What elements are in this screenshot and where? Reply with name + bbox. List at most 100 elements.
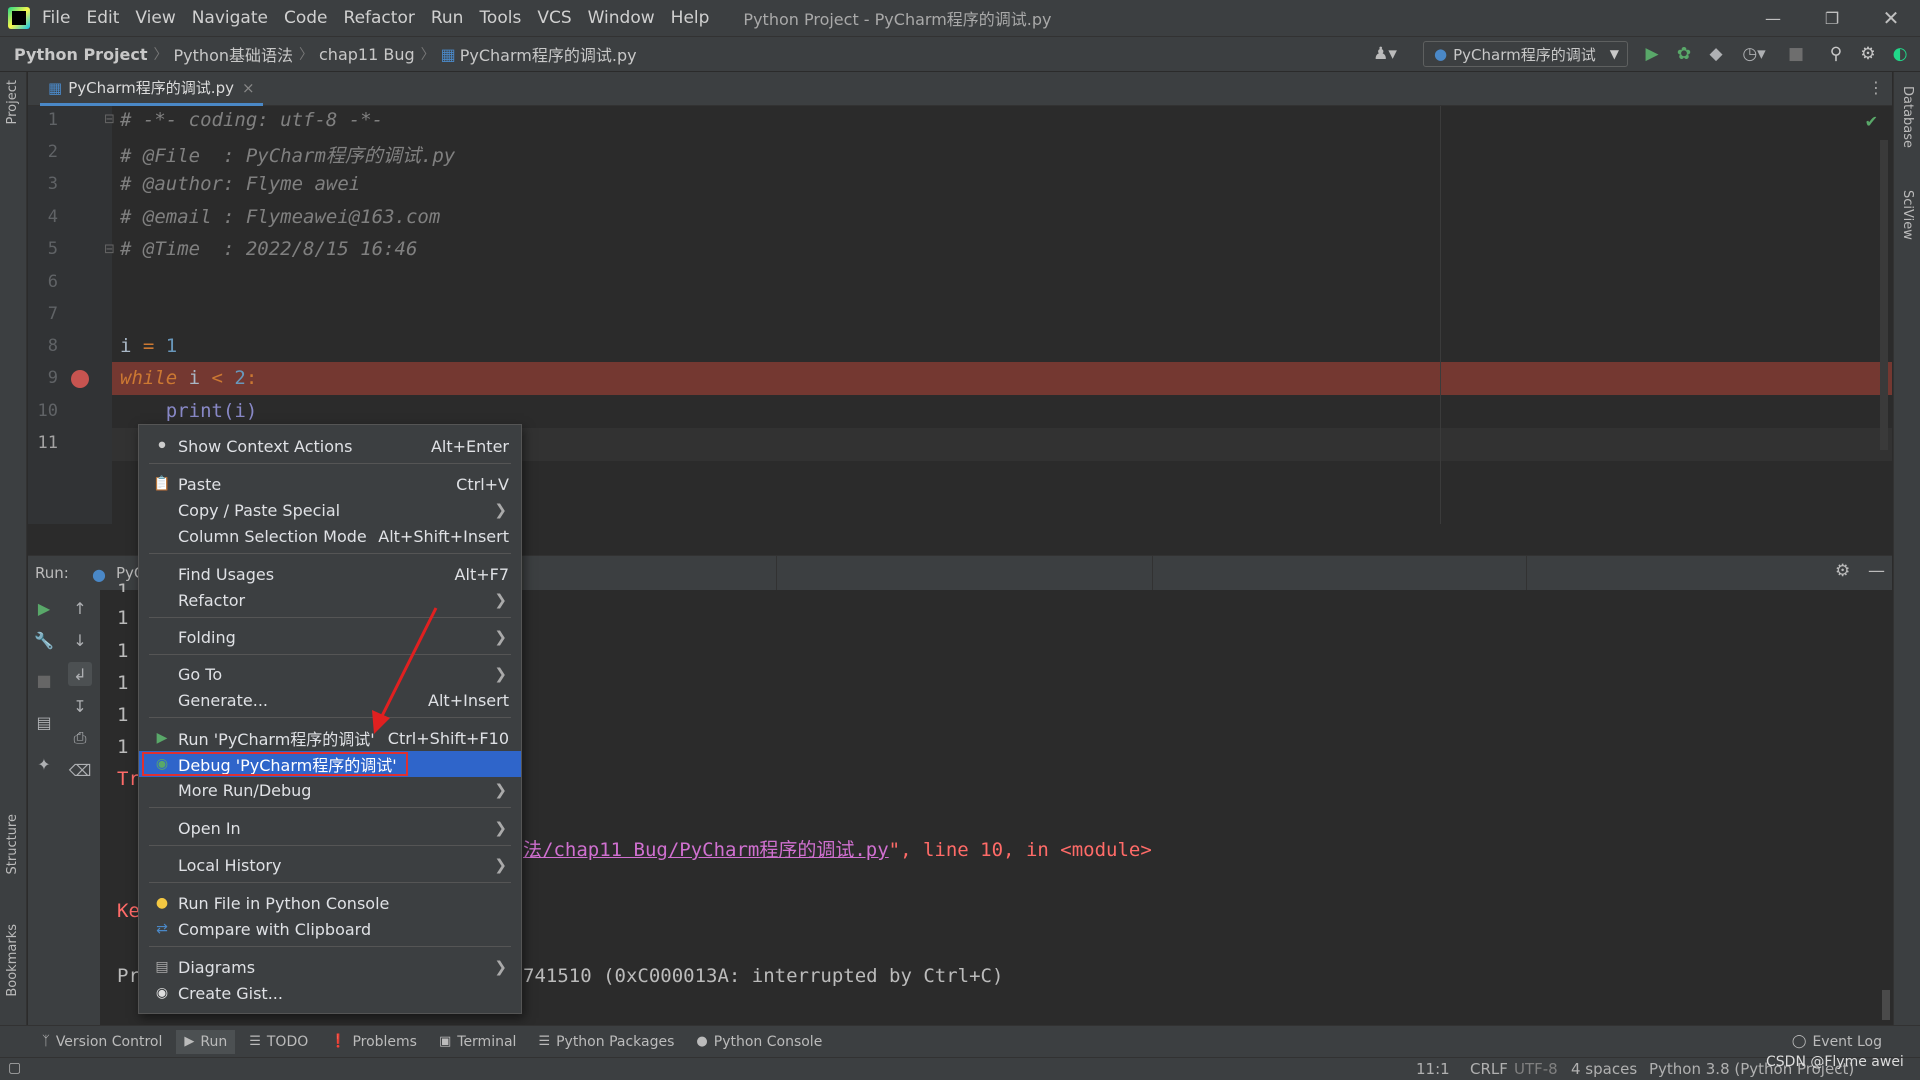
menu-file[interactable]: File <box>42 8 70 28</box>
wrench-icon[interactable]: 🔧 <box>32 628 56 652</box>
pin-icon[interactable]: ✦ <box>32 752 56 776</box>
minimize-icon[interactable]: — <box>1744 0 1802 36</box>
indent-setting[interactable]: 4 spaces <box>1571 1060 1637 1078</box>
menu-item-more-run-debug[interactable]: More Run/Debug ❯ <box>139 777 521 803</box>
debug-icon[interactable]: ✿ <box>1672 42 1696 66</box>
stop-icon[interactable]: ■ <box>32 668 56 692</box>
print-icon[interactable]: ⎙ <box>68 726 92 750</box>
menu-item-folding[interactable]: Folding ❯ <box>139 624 521 650</box>
vcs-user-icon[interactable]: ♟▾ <box>1368 42 1402 66</box>
restore-icon[interactable]: ❐ <box>1803 0 1861 36</box>
menu-window[interactable]: Window <box>588 8 655 28</box>
trash-icon[interactable]: ⌫ <box>68 758 92 782</box>
tab-problems[interactable]: ❗ Problems <box>330 1034 417 1050</box>
breadcrumb-subfolder[interactable]: chap11 Bug <box>319 45 415 64</box>
breadcrumb-project[interactable]: Python Project <box>14 45 148 64</box>
gear-icon[interactable]: ⚙ <box>1835 561 1850 581</box>
tab-python-packages[interactable]: ☰ Python Packages <box>538 1034 674 1050</box>
menu-item-paste[interactable]: 📋 Paste Ctrl+V <box>139 471 521 497</box>
line-number: 3 <box>47 174 58 194</box>
structure-tool-button[interactable]: Structure <box>5 814 20 874</box>
search-icon[interactable]: ⚲ <box>1824 42 1848 66</box>
tab-terminal[interactable]: ▣ Terminal <box>439 1034 516 1050</box>
coverage-icon[interactable]: ◆ <box>1704 42 1728 66</box>
menu-run[interactable]: Run <box>431 8 464 28</box>
layout-icon[interactable]: ▤ <box>32 710 56 734</box>
line-separator[interactable]: CRLF <box>1470 1060 1508 1078</box>
console-scrollbar[interactable] <box>1882 990 1890 1020</box>
menu-item-open-in[interactable]: Open In ❯ <box>139 815 521 841</box>
down-arrow-icon[interactable]: ↓ <box>68 628 92 652</box>
menu-code[interactable]: Code <box>284 8 328 28</box>
menu-item-create-gist[interactable]: ◉ Create Gist... <box>139 980 521 1006</box>
run-config-selector[interactable]: ● PyCharm程序的调试 ▼ <box>1423 41 1628 67</box>
menu-navigate[interactable]: Navigate <box>192 8 268 28</box>
menu-view[interactable]: View <box>135 8 175 28</box>
tab-run[interactable]: ▶ Run <box>176 1029 236 1054</box>
fold-icon[interactable]: ⊟ <box>104 112 115 127</box>
breadcrumb-folder[interactable]: Python基础语法 <box>174 42 293 66</box>
rerun-icon[interactable]: ▶ <box>32 596 56 620</box>
minimize-panel-icon[interactable]: — <box>1868 561 1885 581</box>
jetbrains-toolbox-icon[interactable]: ◐ <box>1888 42 1912 66</box>
bookmarks-tool-button[interactable]: Bookmarks <box>5 924 20 997</box>
up-arrow-icon[interactable]: ↑ <box>68 596 92 620</box>
gear-icon[interactable]: ⚙ <box>1856 42 1880 66</box>
menu-item-generate[interactable]: Generate... Alt+Insert <box>139 687 521 713</box>
clipboard-icon: 📋 <box>153 476 171 492</box>
stop-icon[interactable]: ■ <box>1784 42 1808 66</box>
traceback-file-link[interactable]: 法/chap11 Bug/PyCharm程序的调试.py <box>523 839 889 861</box>
title-bar: File Edit View Navigate Code Refactor Ru… <box>0 0 1920 36</box>
menu-refactor[interactable]: Refactor <box>344 8 415 28</box>
tab-todo[interactable]: ☰ TODO <box>249 1034 308 1050</box>
line-number: 9 <box>47 368 58 388</box>
menu-item-diagrams[interactable]: ▤ Diagrams ❯ <box>139 954 521 980</box>
toggle-tool-windows-icon[interactable]: ▢ <box>8 1060 21 1076</box>
close-tab-icon[interactable]: × <box>242 79 255 97</box>
chevron-right-icon: ❯ <box>494 819 507 837</box>
database-tool-button[interactable]: Database <box>1900 86 1915 148</box>
menu-item-run[interactable]: ▶ Run 'PyCharm程序的调试' Ctrl+Shift+F10 <box>139 725 521 751</box>
traceback-label: Tr <box>117 768 140 790</box>
sciview-tool-button[interactable]: SciView <box>1900 190 1915 240</box>
profile-icon[interactable]: ◷▾ <box>1736 42 1772 66</box>
info-icon: ❗ <box>330 1034 347 1049</box>
menu-item-column-selection-mode[interactable]: Column Selection Mode Alt+Shift+Insert <box>139 523 521 549</box>
soft-wrap-icon[interactable]: ↲ <box>68 662 92 686</box>
menu-item-local-history[interactable]: Local History ❯ <box>139 852 521 878</box>
caret-position[interactable]: 11:1 <box>1416 1060 1450 1078</box>
left-tool-strip: Project Structure Bookmarks <box>0 72 27 1030</box>
more-tabs-icon[interactable]: ⋮ <box>1868 78 1884 97</box>
project-tool-button[interactable]: Project <box>5 80 20 124</box>
watermark: CSDN @Flyme awei <box>1766 1054 1904 1070</box>
breakpoint-icon[interactable] <box>71 370 89 388</box>
close-window-icon[interactable]: ✕ <box>1862 0 1920 36</box>
fold-icon[interactable]: ⊟ <box>104 242 115 257</box>
tab-pycharm-debug-file[interactable]: ▦ PyCharm程序的调试.py × <box>40 72 263 106</box>
tab-python-console[interactable]: ● Python Console <box>696 1034 822 1050</box>
run-icon: ▶ <box>156 730 168 746</box>
menu-item-refactor[interactable]: Refactor ❯ <box>139 587 521 613</box>
window-title: Python Project - PyCharm程序的调试.py <box>743 10 1052 29</box>
menu-vcs[interactable]: VCS <box>537 8 571 28</box>
line-number: 1 <box>47 110 58 130</box>
menu-help[interactable]: Help <box>671 8 710 28</box>
menu-tools[interactable]: Tools <box>479 8 521 28</box>
editor-scrollbar[interactable] <box>1880 140 1888 450</box>
menu-item-run-in-python-console[interactable]: ● Run File in Python Console <box>139 890 521 916</box>
menu-item-find-usages[interactable]: Find Usages Alt+F7 <box>139 561 521 587</box>
menu-item-copy-paste-special[interactable]: Copy / Paste Special ❯ <box>139 497 521 523</box>
menu-item-show-context-actions[interactable]: ⚫ Show Context Actions Alt+Enter <box>139 433 521 459</box>
menu-item-go-to[interactable]: Go To ❯ <box>139 661 521 687</box>
chevron-right-icon: ❯ <box>494 781 507 799</box>
menu-item-compare-with-clipboard[interactable]: ⇄ Compare with Clipboard <box>139 916 521 942</box>
breadcrumb-file[interactable]: PyCharm程序的调试.py <box>460 42 637 66</box>
breadcrumb-separator-icon: 〉 <box>153 47 168 63</box>
tab-version-control[interactable]: ᛉ Version Control <box>42 1034 162 1050</box>
file-encoding[interactable]: UTF-8 <box>1514 1060 1558 1078</box>
event-log-button[interactable]: ◯ Event Log <box>1792 1034 1882 1050</box>
menu-edit[interactable]: Edit <box>86 8 119 28</box>
console-output-line: 1 <box>117 704 129 726</box>
scroll-to-end-icon[interactable]: ↧ <box>68 694 92 718</box>
run-icon[interactable]: ▶ <box>1640 42 1664 66</box>
